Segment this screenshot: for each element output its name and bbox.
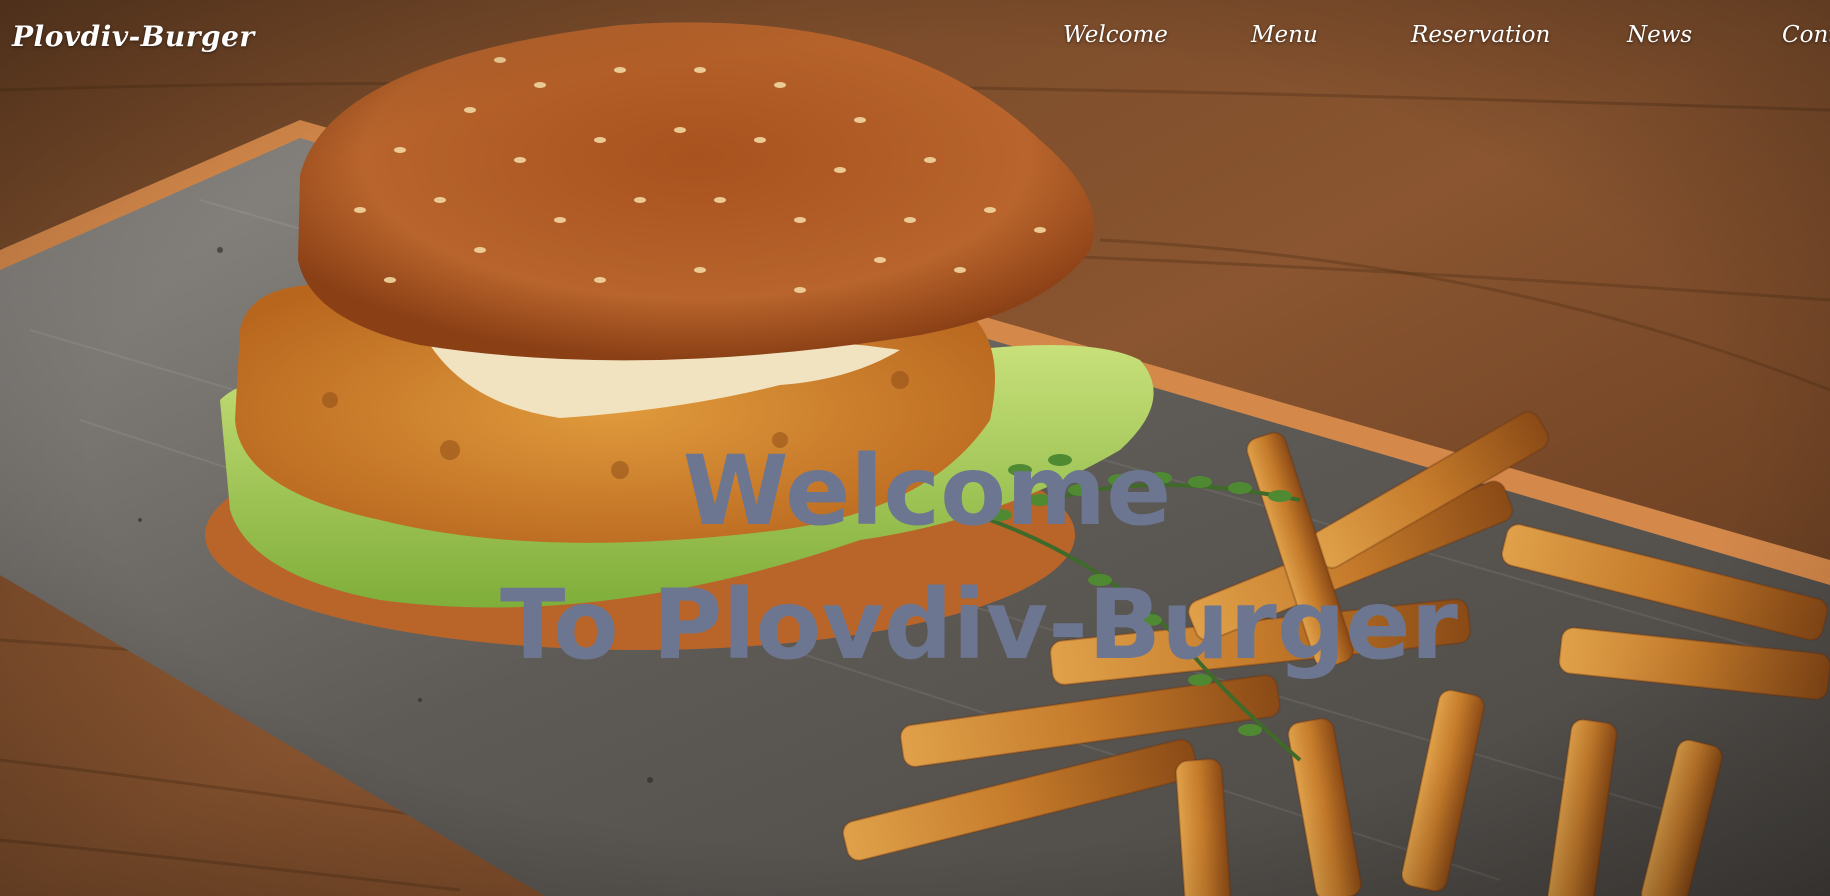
nav-link-reservation[interactable]: Reservation — [1411, 22, 1550, 48]
top-navigation: Plovdiv-Burger Welcome Menu Reservation … — [0, 0, 1830, 80]
nav-link-contact[interactable]: Contact — [1782, 22, 1830, 48]
site-logo[interactable]: Plovdiv-Burger — [12, 20, 255, 53]
hero-headline-line-2: To Plovdiv-Burger — [500, 569, 1458, 682]
nav-link-welcome[interactable]: Welcome — [1063, 22, 1168, 48]
hero-section: Plovdiv-Burger Welcome Menu Reservation … — [0, 0, 1830, 896]
nav-link-menu[interactable]: Menu — [1251, 22, 1318, 48]
nav-link-news[interactable]: News — [1627, 22, 1692, 48]
hero-headline-line-1: Welcome — [682, 435, 1172, 548]
